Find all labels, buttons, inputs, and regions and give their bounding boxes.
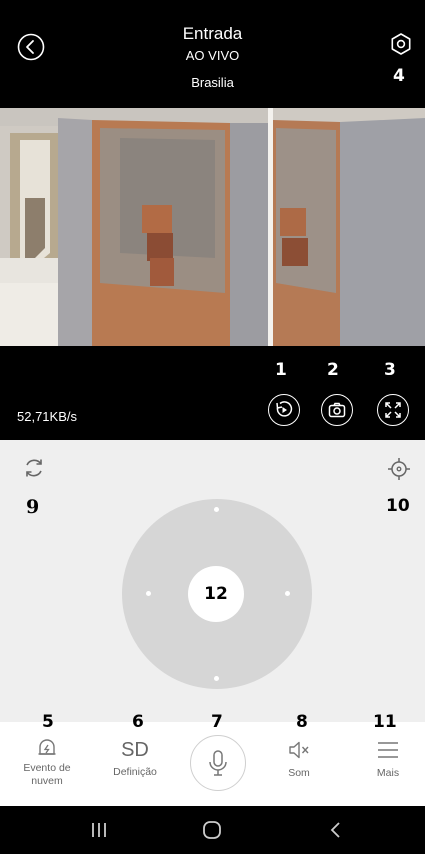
menu-icon xyxy=(378,742,398,758)
tab-definition[interactable]: SD Definição xyxy=(100,738,170,779)
camera-location: Brasilia xyxy=(191,75,234,90)
recent-apps-icon xyxy=(92,823,106,837)
cloud-alarm-icon xyxy=(38,739,56,755)
tab-sound[interactable]: Som xyxy=(269,739,329,780)
home-icon xyxy=(203,821,221,839)
home-button[interactable] xyxy=(201,820,223,845)
camera-title: Entrada xyxy=(182,24,243,43)
marker-2: 2 xyxy=(327,360,339,380)
ptz-control-panel: 9 10 12 xyxy=(0,440,425,722)
locate-button[interactable] xyxy=(386,456,412,487)
marker-4: 4 xyxy=(393,66,405,86)
marker-3: 3 xyxy=(384,360,396,380)
live-video-feed[interactable] xyxy=(0,108,425,346)
definition-value: SD xyxy=(121,739,149,761)
snapshot-button[interactable] xyxy=(321,394,353,426)
marker-9: 9 xyxy=(26,496,40,518)
marker-7: 7 xyxy=(211,712,223,732)
marker-1: 1 xyxy=(275,360,287,380)
tab-definition-label: Definição xyxy=(113,766,157,778)
settings-button[interactable] xyxy=(389,32,413,56)
speaker-mute-icon xyxy=(289,741,309,759)
playback-button[interactable] xyxy=(268,394,300,426)
bottom-toolbar: 5 6 7 8 11 Evento de nuvem SD Definição … xyxy=(0,712,425,806)
microphone-button[interactable] xyxy=(190,735,246,791)
marker-6: 6 xyxy=(132,712,144,732)
crosshair-icon xyxy=(388,458,410,480)
microphone-icon xyxy=(209,750,227,776)
joystick-left-dot xyxy=(146,591,151,596)
tab-cloud-event[interactable]: Evento de nuvem xyxy=(12,736,82,788)
tab-more[interactable]: Mais xyxy=(358,739,418,780)
live-status: AO VIVO xyxy=(185,48,240,63)
top-header: Entrada AO VIVO Brasilia 4 xyxy=(0,0,425,108)
marker-10: 10 xyxy=(386,496,410,516)
system-back-button[interactable] xyxy=(327,820,345,845)
video-controls-bar: 1 2 3 52,71KB/s xyxy=(0,346,425,440)
video-frame xyxy=(0,108,425,346)
camera-icon xyxy=(328,402,346,418)
joystick-down-dot xyxy=(214,676,219,681)
fullscreen-button[interactable] xyxy=(377,394,409,426)
system-navigation-bar xyxy=(0,806,425,854)
expand-icon xyxy=(385,402,401,418)
tab-sound-label: Som xyxy=(288,767,310,779)
joystick-up-dot xyxy=(214,507,219,512)
joystick-center[interactable]: 12 xyxy=(188,566,244,622)
recent-apps-button[interactable] xyxy=(90,820,108,845)
gear-icon xyxy=(391,33,411,55)
joystick-right-dot xyxy=(285,591,290,596)
marker-5: 5 xyxy=(42,712,54,732)
back-arrow-icon xyxy=(330,822,340,838)
stream-speed: 52,71KB/s xyxy=(17,409,77,424)
tab-cloud-event-label: Evento de nuvem xyxy=(23,762,71,787)
ptz-joystick[interactable]: 12 xyxy=(122,499,312,689)
playback-icon xyxy=(276,401,293,417)
marker-11: 11 xyxy=(373,712,397,732)
marker-8: 8 xyxy=(296,712,308,732)
refresh-icon xyxy=(26,459,42,477)
refresh-button[interactable] xyxy=(22,456,46,485)
tab-more-label: Mais xyxy=(376,767,400,779)
